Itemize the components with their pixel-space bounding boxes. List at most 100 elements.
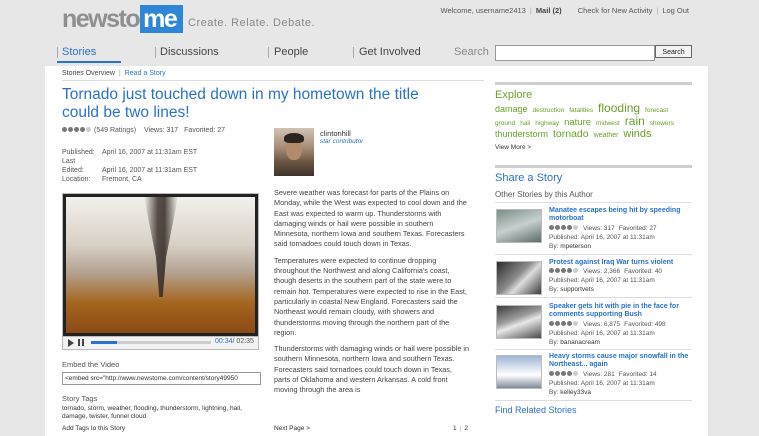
rating-dot — [561, 268, 566, 273]
rating-dot — [573, 268, 578, 273]
logout-link[interactable]: Log Out — [658, 6, 693, 15]
video-progress-track[interactable] — [91, 341, 211, 344]
site-tagline: Create. Relate. Debate. — [188, 17, 316, 29]
author-avatar[interactable] — [274, 128, 314, 176]
add-tags-link[interactable]: Add Tags to this Story — [62, 425, 125, 432]
story-thumbnail[interactable] — [496, 305, 542, 339]
left-margin — [0, 66, 45, 436]
rating-dot — [549, 371, 554, 376]
breadcrumb-read-story[interactable]: Read a Story — [125, 70, 166, 77]
cloud-tag[interactable]: hail — [520, 120, 530, 127]
current-time: 00:34 — [215, 338, 233, 345]
rating-dot — [561, 321, 566, 326]
tab-stories[interactable]: Stories — [62, 46, 96, 58]
story-link[interactable]: Manatee escapes being hit by speeding mo… — [549, 207, 691, 223]
account-links: Welcome, username2413 | Mail (2) Check f… — [437, 6, 693, 15]
cloud-tag[interactable]: nature — [564, 117, 591, 128]
nav-divider — [57, 47, 58, 58]
author-link[interactable]: bananacream — [560, 339, 600, 346]
author-link[interactable]: kelley33va — [560, 389, 591, 396]
rating-dot — [573, 371, 578, 376]
location-value: Fremont, CA — [102, 176, 142, 183]
author-name[interactable]: clintonhill — [320, 129, 351, 138]
rating-stars[interactable] — [62, 127, 92, 134]
author-link[interactable]: mpeterson — [560, 243, 591, 250]
cloud-tag[interactable]: forecast — [645, 107, 668, 114]
author-link[interactable]: supportvets — [560, 286, 594, 293]
cloud-tag[interactable]: tornado — [553, 128, 589, 140]
story-thumbnail[interactable] — [496, 355, 542, 389]
cloud-tag[interactable]: destruction — [532, 107, 564, 114]
divider-line — [62, 80, 484, 81]
cloud-tag[interactable]: thunderstorm — [495, 129, 548, 139]
cloud-tag[interactable]: winds — [623, 128, 651, 140]
list-item: Heavy storms cause major snowfall in the… — [495, 353, 692, 397]
share-story-link[interactable]: Share a Story — [495, 172, 562, 184]
cloud-tag[interactable]: ground — [495, 120, 515, 127]
rating-dot — [573, 225, 578, 230]
logo-text-part1: newsto — [62, 5, 141, 33]
check-activity-link[interactable]: Check for New Activity — [568, 6, 657, 15]
rating-stars[interactable] — [549, 268, 579, 275]
search-button[interactable]: Search — [655, 45, 692, 58]
story-tags-list[interactable]: tornado, storm, weather, flooding, thund… — [62, 405, 262, 421]
cloud-tag[interactable]: showers — [650, 120, 674, 127]
tab-people[interactable]: People — [274, 46, 308, 58]
cloud-tag[interactable]: highway — [535, 120, 559, 127]
pagination: 1 | 2 — [453, 425, 468, 432]
mail-link[interactable]: Mail (2) — [532, 6, 566, 15]
pause-icon[interactable] — [78, 339, 84, 346]
rating-stars[interactable] — [549, 321, 579, 328]
cloud-tag[interactable]: flooding — [598, 101, 640, 115]
by-label: By: — [549, 243, 559, 250]
cloud-tag[interactable]: rain — [625, 114, 645, 128]
tab-discussions[interactable]: Discussions — [160, 46, 219, 58]
story-author: By: bananacream — [549, 339, 600, 346]
search-input[interactable] — [495, 45, 655, 61]
cloud-tag[interactable]: damage — [495, 104, 528, 114]
divider-line — [495, 297, 692, 298]
view-more-link[interactable]: View More > — [495, 144, 531, 151]
embed-code-field[interactable] — [62, 372, 261, 385]
related-stories-link[interactable]: Find Related Stories — [495, 405, 577, 415]
cloud-tag[interactable]: weather — [594, 132, 619, 139]
next-page-link[interactable]: Next Page > — [274, 425, 310, 432]
tag-cloud: damage destruction fatalities flooding f… — [495, 101, 692, 141]
explore-heading: Explore — [495, 89, 533, 101]
story-stats: Views: 281 Favorited: 14 — [549, 371, 657, 378]
video-controls: 00:34/ 02:35 — [62, 336, 259, 350]
location-label: Location: — [62, 176, 91, 183]
story-thumbnail[interactable] — [496, 261, 542, 295]
favorited-count: Favorited: 40 — [624, 268, 663, 275]
video-progress-fill — [91, 341, 118, 344]
author-title: star contributor — [320, 138, 364, 145]
rating-dot — [86, 127, 91, 132]
cloud-tag[interactable]: midwest — [596, 120, 620, 127]
tab-get-involved[interactable]: Get Involved — [359, 46, 421, 58]
edited-date: April 16, 2007 at 11:31am EST — [102, 167, 198, 174]
breadcrumb-overview[interactable]: Stories Overview — [62, 70, 115, 77]
views-count: Views: 2,366 — [583, 268, 621, 275]
play-icon[interactable] — [68, 339, 74, 347]
published-label: Published: — [62, 149, 95, 156]
rating-dot — [573, 321, 578, 326]
story-tags-label: Story Tags — [62, 394, 98, 403]
story-thumbnail[interactable] — [496, 209, 542, 243]
story-published: Published: April 16, 2007 at 11:31am — [549, 277, 655, 284]
cloud-tag[interactable]: fatalities — [569, 107, 593, 114]
story-published: Published: April 16, 2007 at 11:31am — [549, 330, 655, 337]
main-nav: Stories Discussions People Get Involved … — [0, 42, 759, 63]
welcome-text: Welcome, username2413 — [440, 6, 526, 15]
site-logo[interactable]: newsto me — [62, 5, 184, 33]
page-2[interactable]: 2 — [464, 425, 468, 432]
divider-line — [495, 254, 692, 255]
video-player[interactable] — [62, 193, 259, 337]
favorited-count: Favorited: 27 — [184, 127, 226, 134]
story-link[interactable]: Heavy storms cause major snowfall in the… — [549, 353, 691, 369]
section-bar — [495, 82, 692, 85]
rating-stars[interactable] — [549, 371, 579, 378]
story-link[interactable]: Speaker gets hit with pie in the face fo… — [549, 303, 691, 319]
active-tab-indicator — [57, 61, 121, 63]
story-link[interactable]: Protest against Iraq War turns violent — [549, 259, 691, 267]
rating-stars[interactable] — [549, 225, 579, 232]
